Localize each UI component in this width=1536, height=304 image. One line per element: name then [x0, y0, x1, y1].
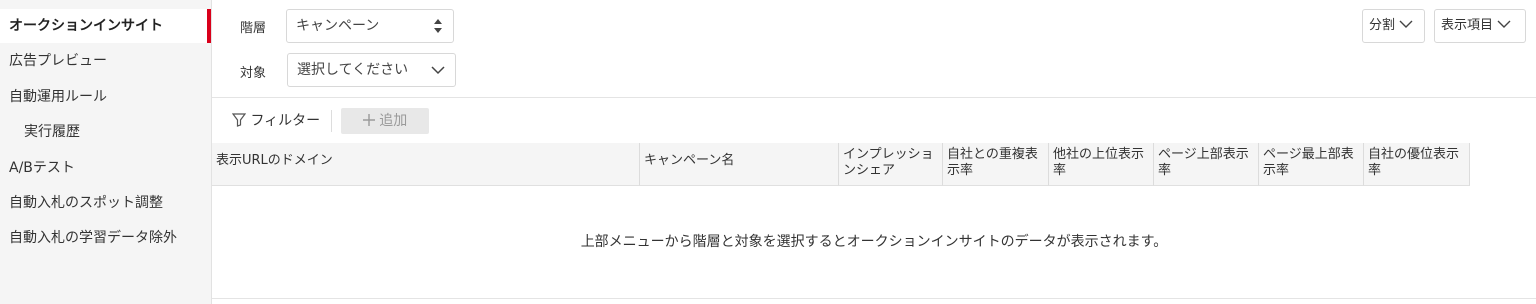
- divider: [212, 97, 1536, 98]
- display-items-button-label: 表示項目: [1441, 18, 1494, 33]
- plus-icon: [362, 113, 379, 129]
- chevron-down-icon: [431, 54, 445, 98]
- target-select[interactable]: 選択してください: [287, 53, 456, 87]
- column-header-position-above-rate[interactable]: 他社の上位表示率: [1049, 143, 1154, 186]
- sidebar-item-bid-spot-adjustment[interactable]: 自動入札のスポット調整: [0, 186, 211, 220]
- chevron-down-icon: [1399, 18, 1413, 33]
- column-header-campaign[interactable]: キャンペーン名: [640, 143, 839, 186]
- level-label: 階層: [240, 21, 267, 36]
- add-label: 追加: [379, 113, 408, 129]
- target-label: 対象: [240, 66, 267, 81]
- column-header-overlap-rate[interactable]: 自社との重複表示率: [943, 143, 1049, 186]
- empty-state-message: 上部メニューから階層と対象を選択するとオークションインサイトのデータが表示されま…: [580, 234, 1168, 250]
- sidebar-item-learning-data-exclusion[interactable]: 自動入札の学習データ除外: [0, 221, 211, 255]
- column-header-outranking-share[interactable]: 自社の優位表示率: [1364, 143, 1470, 186]
- level-select-value: キャンペーン: [296, 18, 380, 34]
- main-content: 階層 キャンペーン 対象 選択してください 分割 表示項目 フィルター 追加 表…: [212, 0, 1536, 304]
- display-items-button[interactable]: 表示項目: [1434, 9, 1526, 43]
- column-header-impression-share[interactable]: インプレッションシェア: [839, 143, 943, 186]
- target-select-placeholder: 選択してください: [297, 62, 409, 78]
- add-button[interactable]: 追加: [341, 108, 429, 134]
- column-header-domain[interactable]: 表示URLのドメイン: [212, 143, 640, 186]
- chevron-down-icon: [1497, 18, 1511, 33]
- filter-button[interactable]: フィルター: [231, 108, 321, 134]
- split-button[interactable]: 分割: [1362, 9, 1425, 43]
- filter-label: フィルター: [250, 113, 321, 129]
- sidebar: オークションインサイト 広告プレビュー 自動運用ルール 実行履歴 A/Bテスト …: [0, 0, 212, 304]
- column-header-abs-top-of-page-rate[interactable]: ページ最上部表示率: [1259, 143, 1364, 186]
- sidebar-item-ab-test[interactable]: A/Bテスト: [0, 151, 211, 185]
- sidebar-item-automation-rules[interactable]: 自動運用ルール: [0, 80, 211, 114]
- filter-icon: [231, 113, 250, 129]
- table-bottom-border: [212, 298, 1536, 299]
- updown-arrows-icon: [433, 10, 443, 54]
- level-select[interactable]: キャンペーン: [286, 9, 454, 43]
- sidebar-item-execution-history[interactable]: 実行履歴: [0, 115, 211, 149]
- split-button-label: 分割: [1369, 18, 1396, 33]
- sidebar-item-auction-insights[interactable]: オークションインサイト: [0, 9, 211, 43]
- sidebar-item-ad-preview[interactable]: 広告プレビュー: [0, 44, 211, 78]
- toolbar-separator: [331, 110, 332, 132]
- column-header-top-of-page-rate[interactable]: ページ上部表示率: [1154, 143, 1259, 186]
